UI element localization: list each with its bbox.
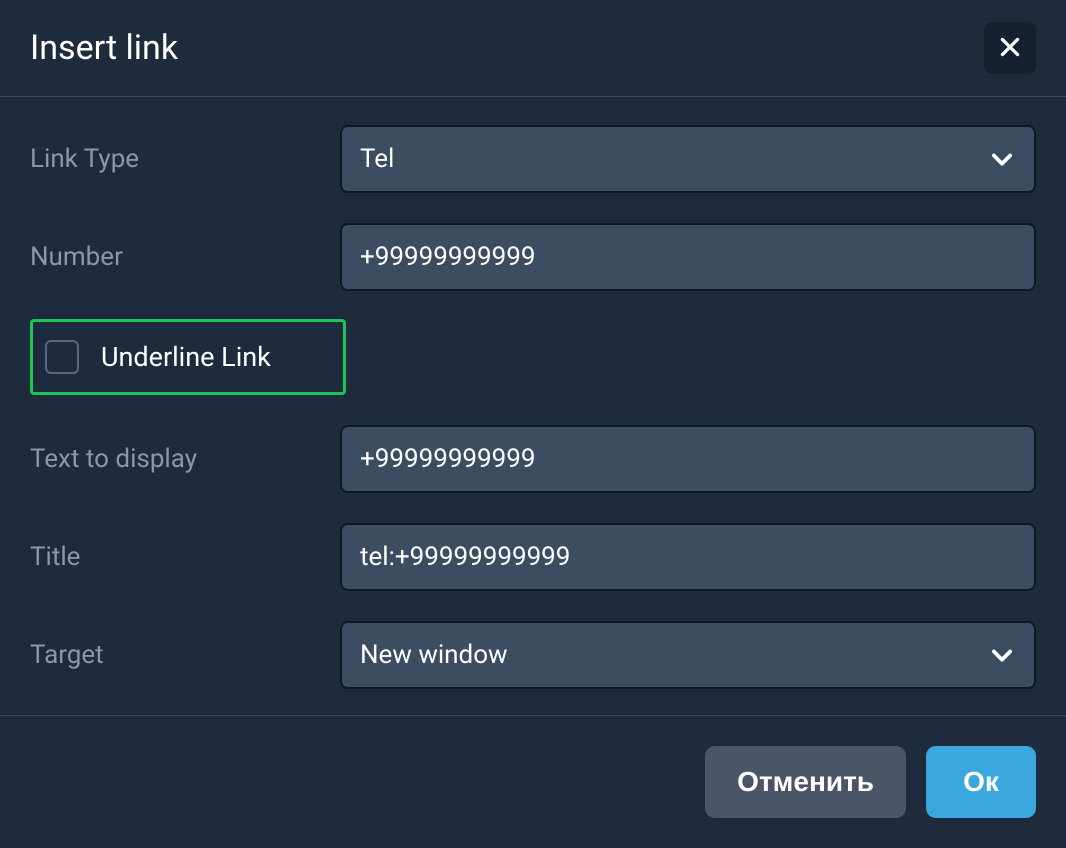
link-type-value: Tel: [360, 144, 394, 174]
title-input[interactable]: [340, 523, 1036, 591]
dialog-title: Insert link: [30, 28, 178, 68]
target-label: Target: [30, 640, 104, 670]
number-row: Number: [30, 223, 1036, 291]
number-input[interactable]: [340, 223, 1036, 291]
underline-checkbox[interactable]: [45, 340, 79, 374]
target-row: Target New window: [30, 621, 1036, 689]
chevron-down-icon: [988, 145, 1016, 173]
text-to-display-row: Text to display: [30, 425, 1036, 493]
target-select[interactable]: New window: [340, 621, 1036, 689]
chevron-down-icon: [988, 641, 1016, 669]
text-to-display-label: Text to display: [30, 444, 197, 474]
link-type-label: Link Type: [30, 144, 139, 174]
cancel-button[interactable]: Отменить: [705, 746, 906, 818]
dialog-footer: Отменить Ок: [0, 715, 1066, 848]
underline-link-row: Underline Link: [30, 319, 346, 395]
dialog-body: Link Type Tel Number Underline Link: [0, 97, 1066, 709]
text-to-display-input[interactable]: [340, 425, 1036, 493]
underline-checkbox-label: Underline Link: [101, 341, 271, 373]
target-value: New window: [360, 640, 508, 670]
ok-button[interactable]: Ок: [926, 746, 1036, 818]
link-type-row: Link Type Tel: [30, 125, 1036, 193]
number-label: Number: [30, 242, 123, 272]
title-row: Title: [30, 523, 1036, 591]
close-icon: [997, 34, 1023, 63]
link-type-select[interactable]: Tel: [340, 125, 1036, 193]
close-button[interactable]: [984, 22, 1036, 74]
dialog-header: Insert link: [0, 0, 1066, 97]
title-field-label: Title: [30, 542, 80, 572]
